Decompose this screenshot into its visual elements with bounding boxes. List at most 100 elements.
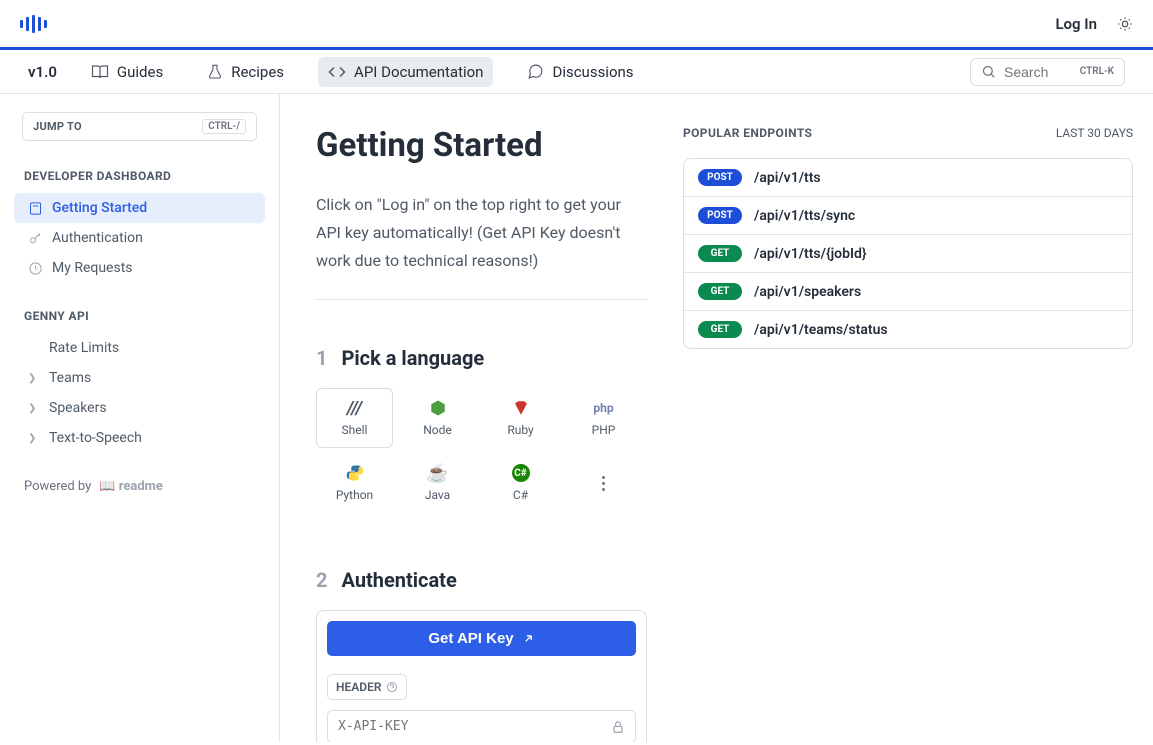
endpoint-item[interactable]: GET /api/v1/teams/status xyxy=(684,311,1132,348)
lang-label: C# xyxy=(513,488,528,502)
aside-subtitle: LAST 30 DAYS xyxy=(1056,126,1133,140)
sidebar: JUMP TO CTRL-/ DEVELOPER DASHBOARD Getti… xyxy=(0,94,280,742)
lang-node[interactable]: Node xyxy=(399,389,476,447)
theme-toggle-icon[interactable] xyxy=(1117,16,1133,32)
lang-php[interactable]: php PHP xyxy=(565,389,642,447)
info-icon xyxy=(386,681,398,693)
method-badge: GET xyxy=(698,245,742,262)
auth-box: Get API Key HEADER xyxy=(316,610,647,742)
shell-icon: /// xyxy=(347,399,362,417)
nav-recipes[interactable]: Recipes xyxy=(197,57,294,87)
nav-item-label: Discussions xyxy=(552,63,633,81)
lang-python[interactable]: Python xyxy=(316,454,393,512)
endpoint-list: POST /api/v1/tts POST /api/v1/tts/sync G… xyxy=(683,158,1133,349)
endpoint-path: /api/v1/tts/{jobId} xyxy=(754,246,867,262)
ruby-icon xyxy=(512,399,530,417)
node-icon xyxy=(429,399,447,417)
lang-java[interactable]: ☕ Java xyxy=(399,454,476,512)
python-icon xyxy=(346,464,364,482)
lang-shell[interactable]: /// Shell xyxy=(316,388,393,448)
method-badge: POST xyxy=(698,169,742,186)
sidebar-item-rate-limits[interactable]: Rate Limits xyxy=(14,333,265,363)
jump-to-button[interactable]: JUMP TO CTRL-/ xyxy=(22,112,257,141)
nav-left: v1.0 Guides Recipes API D xyxy=(28,57,644,87)
chevron-right-icon: ❯ xyxy=(28,373,38,384)
nav-guides[interactable]: Guides xyxy=(81,57,173,87)
step-1-header: 1 Pick a language xyxy=(316,346,647,370)
sidebar-item-label: Text-to-Speech xyxy=(49,430,142,446)
endpoint-item[interactable]: GET /api/v1/tts/{jobId} xyxy=(684,235,1132,273)
nav-bar: v1.0 Guides Recipes API D xyxy=(0,50,1153,94)
search-shortcut: CTRL-K xyxy=(1080,66,1114,77)
endpoint-path: /api/v1/speakers xyxy=(754,284,861,300)
sidebar-item-teams[interactable]: ❯ Teams xyxy=(14,363,265,393)
search-input[interactable] xyxy=(1004,64,1072,80)
aside-title: POPULAR ENDPOINTS xyxy=(683,126,812,140)
sidebar-item-my-requests[interactable]: My Requests xyxy=(14,253,265,283)
sidebar-section-genny-api: GENNY API Rate Limits ❯ Teams ❯ Speakers… xyxy=(10,309,269,453)
endpoint-item[interactable]: POST /api/v1/tts xyxy=(684,159,1132,197)
api-key-input[interactable] xyxy=(338,719,611,734)
php-icon: php xyxy=(593,399,613,417)
sidebar-item-authentication[interactable]: Authentication xyxy=(14,223,265,253)
chevron-right-icon: ❯ xyxy=(28,403,38,414)
clock-icon xyxy=(28,261,43,276)
sidebar-section-title: GENNY API xyxy=(24,309,255,323)
header-right: Log In xyxy=(1055,15,1133,33)
sidebar-section-title: DEVELOPER DASHBOARD xyxy=(24,169,255,183)
endpoint-path: /api/v1/tts/sync xyxy=(754,208,855,224)
nav-api-documentation[interactable]: API Documentation xyxy=(318,57,493,87)
sidebar-item-label: Authentication xyxy=(52,230,143,246)
sidebar-item-text-to-speech[interactable]: ❯ Text-to-Speech xyxy=(14,423,265,453)
powered-by-label: Powered by xyxy=(24,479,91,494)
step-number: 1 xyxy=(316,346,327,370)
lang-ruby[interactable]: Ruby xyxy=(482,389,559,447)
external-link-icon xyxy=(522,632,535,645)
lang-csharp[interactable]: C# C# xyxy=(482,454,559,512)
readme-logo: 📖 readme xyxy=(99,479,163,494)
header-badge-label: HEADER xyxy=(336,680,381,694)
sidebar-section-dashboard: DEVELOPER DASHBOARD Getting Started Auth… xyxy=(10,169,269,283)
search-box[interactable]: CTRL-K xyxy=(970,58,1125,86)
method-badge: GET xyxy=(698,283,742,300)
lang-label: Ruby xyxy=(507,423,533,437)
sidebar-item-speakers[interactable]: ❯ Speakers xyxy=(14,393,265,423)
aside-panel: POPULAR ENDPOINTS LAST 30 DAYS POST /api… xyxy=(683,94,1153,742)
sidebar-item-getting-started[interactable]: Getting Started xyxy=(14,193,265,223)
lang-label: Node xyxy=(423,423,452,437)
endpoint-item[interactable]: POST /api/v1/tts/sync xyxy=(684,197,1132,235)
nav-item-label: API Documentation xyxy=(354,63,483,81)
sidebar-item-label: Teams xyxy=(49,370,91,386)
jump-label: JUMP TO xyxy=(33,120,82,133)
method-badge: POST xyxy=(698,207,742,224)
page-title: Getting Started xyxy=(316,126,647,165)
code-icon xyxy=(328,63,346,81)
page-icon xyxy=(28,201,43,216)
sidebar-item-label: Rate Limits xyxy=(49,340,119,356)
more-languages-button[interactable] xyxy=(594,476,614,491)
key-icon xyxy=(28,231,43,246)
login-button[interactable]: Log In xyxy=(1055,15,1097,33)
version-label[interactable]: v1.0 xyxy=(28,63,57,81)
endpoint-path: /api/v1/teams/status xyxy=(754,322,888,338)
book-icon xyxy=(91,63,109,81)
main-content: Getting Started Click on "Log in" on the… xyxy=(280,94,683,742)
header-badge: HEADER xyxy=(327,674,407,700)
step-title: Pick a language xyxy=(341,346,484,370)
app-header: Log In xyxy=(0,0,1153,50)
endpoint-path: /api/v1/tts xyxy=(754,170,821,186)
nav-item-label: Guides xyxy=(117,63,163,81)
flask-icon xyxy=(207,64,223,80)
get-api-key-button[interactable]: Get API Key xyxy=(327,621,636,656)
logo[interactable] xyxy=(20,15,47,33)
endpoint-item[interactable]: GET /api/v1/speakers xyxy=(684,273,1132,311)
jump-shortcut: CTRL-/ xyxy=(202,119,246,134)
chevron-right-icon: ❯ xyxy=(28,433,38,444)
sidebar-item-label: Getting Started xyxy=(52,200,147,216)
api-key-input-wrapper xyxy=(327,710,636,742)
lang-label: PHP xyxy=(592,423,616,437)
nav-discussions[interactable]: Discussions xyxy=(517,57,643,87)
powered-by[interactable]: Powered by 📖 readme xyxy=(24,479,255,494)
method-badge: GET xyxy=(698,321,742,338)
page-description: Click on "Log in" on the top right to ge… xyxy=(316,191,647,300)
